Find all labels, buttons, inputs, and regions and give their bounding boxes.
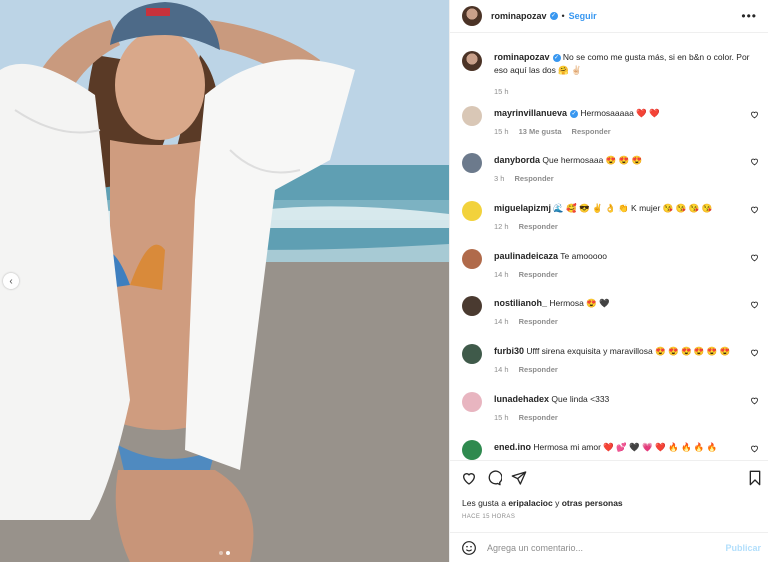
commenter-avatar[interactable] bbox=[462, 440, 482, 460]
verified-badge-icon: ✓ bbox=[549, 12, 558, 20]
instagram-post-modal: ‹ rominapozav ✓ • Seguir ••• rominapozav… bbox=[0, 0, 768, 562]
commenter-username[interactable]: nostilianoh_ bbox=[494, 298, 547, 308]
comment-text: Hermosa mi amor ❤️ 💕 🖤 💗 ❤️ 🔥 🔥 🔥 🔥 bbox=[533, 442, 718, 452]
comment-row: lunadehadex Que linda <333 15 h Responder bbox=[462, 392, 762, 422]
post-photo[interactable]: ‹ bbox=[0, 0, 449, 562]
comment-like-heart-icon[interactable] bbox=[750, 348, 759, 357]
more-options-icon[interactable]: ••• bbox=[741, 9, 757, 23]
author-avatar[interactable] bbox=[462, 6, 482, 26]
comment-reply[interactable]: Responder bbox=[519, 222, 558, 231]
commenter-username[interactable]: lunadehadex bbox=[494, 394, 549, 404]
comment-like-heart-icon[interactable] bbox=[750, 157, 759, 166]
comment-text: Ufff sirena exquisita y maravillosa 😍 😍 … bbox=[526, 346, 731, 356]
likes-others[interactable]: otras personas bbox=[562, 498, 623, 508]
likes-summary[interactable]: Les gusta a eripalacioc y otras personas bbox=[462, 498, 623, 508]
comment-time[interactable]: 14 h bbox=[494, 365, 509, 374]
author-username[interactable]: rominapozav bbox=[491, 11, 547, 21]
post-caption: rominapozav ✓ No se como me gusta más, si… bbox=[462, 51, 758, 96]
post-actions: Les gusta a eripalacioc y otras personas… bbox=[450, 460, 768, 526]
commenter-avatar[interactable] bbox=[462, 296, 482, 316]
commenter-avatar[interactable] bbox=[462, 344, 482, 364]
comments-list[interactable]: rominapozav ✓ No se como me gusta más, si… bbox=[450, 33, 768, 460]
comment-reply[interactable]: Responder bbox=[519, 413, 558, 422]
likes-user[interactable]: eripalacioc bbox=[508, 498, 552, 508]
comment-time[interactable]: 14 h bbox=[494, 270, 509, 279]
publish-button[interactable]: Publicar bbox=[725, 543, 761, 553]
comment-text: 🌊 🥰 😎 ✌️ 👌 👏 K mujer 😘 😘 😘 😘 bbox=[553, 203, 713, 213]
comment-input[interactable] bbox=[487, 542, 707, 553]
comment-time[interactable]: 12 h bbox=[494, 222, 509, 231]
smiley-icon[interactable] bbox=[461, 540, 477, 556]
comment-like-heart-icon[interactable] bbox=[750, 253, 759, 262]
comment-time[interactable]: 14 h bbox=[494, 317, 509, 326]
comment-text: Hermosaaaaa ❤️ ❤️ bbox=[580, 108, 660, 118]
paper-plane-icon[interactable] bbox=[511, 470, 527, 486]
beach-photo-illustration bbox=[0, 0, 449, 562]
likes-suffix: y bbox=[552, 498, 562, 508]
caption-time[interactable]: 15 h bbox=[494, 87, 509, 96]
comment-time[interactable]: 3 h bbox=[494, 174, 504, 183]
comment-text: Que linda <333 bbox=[551, 394, 610, 404]
comment-reply[interactable]: Responder bbox=[519, 365, 558, 374]
commenter-avatar[interactable] bbox=[462, 153, 482, 173]
previous-photo-button[interactable]: ‹ bbox=[3, 273, 19, 289]
post-side-panel: rominapozav ✓ • Seguir ••• rominapozav ✓ … bbox=[449, 0, 768, 562]
header-separator: • bbox=[561, 11, 565, 21]
comment-time[interactable]: 15 h bbox=[494, 127, 509, 136]
carousel-dots bbox=[0, 551, 449, 555]
caption-username[interactable]: rominapozav bbox=[494, 52, 550, 62]
comment-row: furbi30 Ufff sirena exquisita y maravill… bbox=[462, 344, 762, 374]
commenter-username[interactable]: danyborda bbox=[494, 155, 540, 165]
commenter-avatar[interactable] bbox=[462, 249, 482, 269]
follow-button[interactable]: Seguir bbox=[569, 11, 597, 21]
posted-ago[interactable]: Hace 15 horas bbox=[462, 514, 515, 520]
comment-row: nostilianoh_ Hermosa 😍 🖤 14 h Responder bbox=[462, 296, 762, 326]
comment-row: miguelapizmj 🌊 🥰 😎 ✌️ 👌 👏 K mujer 😘 😘 😘 … bbox=[462, 201, 762, 231]
post-header: rominapozav ✓ • Seguir ••• bbox=[450, 0, 768, 33]
verified-badge-icon: ✓ bbox=[570, 109, 579, 118]
commenter-avatar[interactable] bbox=[462, 201, 482, 221]
comment-likes[interactable]: 13 Me gusta bbox=[519, 127, 562, 136]
comment-time[interactable]: 15 h bbox=[494, 413, 509, 422]
carousel-dot bbox=[219, 551, 223, 555]
caption-avatar[interactable] bbox=[462, 51, 482, 71]
commenter-username[interactable]: miguelapizmj bbox=[494, 203, 551, 213]
bookmark-icon[interactable] bbox=[747, 470, 763, 486]
comment-icon[interactable] bbox=[486, 470, 502, 486]
comment-row: ened.ino Hermosa mi amor ❤️ 💕 🖤 💗 ❤️ 🔥 🔥… bbox=[462, 440, 762, 460]
heart-icon[interactable] bbox=[461, 470, 477, 486]
commenter-avatar[interactable] bbox=[462, 392, 482, 412]
carousel-dot-active bbox=[226, 551, 230, 555]
commenter-username[interactable]: paulinadeicaza bbox=[494, 251, 558, 261]
comment-reply[interactable]: Responder bbox=[514, 174, 553, 183]
commenter-avatar[interactable] bbox=[462, 106, 482, 126]
comment-row: mayrinvillanueva ✓ Hermosaaaaa ❤️ ❤️ 15 h 1… bbox=[462, 106, 762, 136]
comment-text: Hermosa 😍 🖤 bbox=[549, 298, 610, 308]
comment-row: paulinadeicaza Te amooooo 14 h Responder bbox=[462, 249, 762, 279]
add-comment-bar: Publicar bbox=[450, 532, 768, 562]
comment-reply[interactable]: Responder bbox=[519, 270, 558, 279]
comment-row: danyborda Que hermosaaa 😍 😍 😍 3 h Responde… bbox=[462, 153, 762, 183]
comment-like-heart-icon[interactable] bbox=[750, 444, 759, 453]
comment-like-heart-icon[interactable] bbox=[750, 300, 759, 309]
comment-reply[interactable]: Responder bbox=[519, 317, 558, 326]
commenter-username[interactable]: ened.ino bbox=[494, 442, 531, 452]
comment-reply[interactable]: Responder bbox=[572, 127, 611, 136]
comment-text: Te amooooo bbox=[560, 251, 608, 261]
likes-prefix: Les gusta a bbox=[462, 498, 509, 508]
comment-like-heart-icon[interactable] bbox=[750, 110, 759, 119]
comment-text: Que hermosaaa 😍 😍 😍 bbox=[542, 155, 643, 165]
commenter-username[interactable]: furbi30 bbox=[494, 346, 524, 356]
comment-like-heart-icon[interactable] bbox=[750, 396, 759, 405]
comment-like-heart-icon[interactable] bbox=[750, 205, 759, 214]
verified-badge-icon: ✓ bbox=[552, 53, 561, 62]
commenter-username[interactable]: mayrinvillanueva bbox=[494, 108, 567, 118]
